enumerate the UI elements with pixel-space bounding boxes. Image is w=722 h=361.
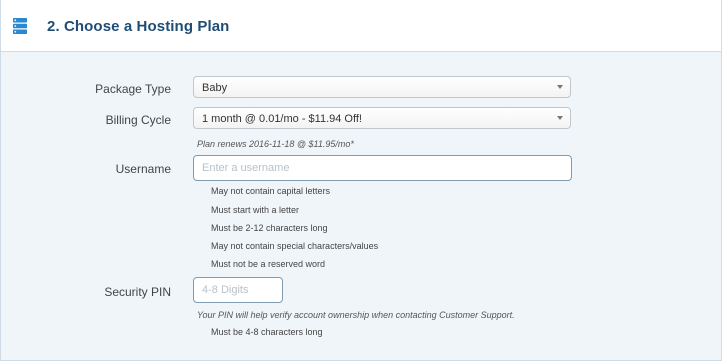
package-type-select[interactable]: Baby (193, 76, 571, 98)
panel-header: 2. Choose a Hosting Plan (1, 0, 721, 52)
chevron-down-icon (557, 85, 563, 89)
pin-help-note: Your PIN will help verify account owners… (197, 310, 515, 320)
billing-cycle-select[interactable]: 1 month @ 0.01/mo - $11.94 Off! (193, 107, 571, 129)
security-pin-label: Security PIN (104, 285, 171, 299)
username-rule: Must start with a letter (211, 205, 300, 215)
username-rule: May not contain special characters/value… (211, 241, 379, 251)
package-type-label: Package Type (95, 82, 171, 96)
username-input[interactable] (193, 155, 572, 181)
username-label: Username (115, 162, 171, 176)
username-rule: May not contain capital letters (211, 186, 331, 196)
billing-cycle-label: Billing Cycle (105, 113, 171, 127)
hosting-plan-panel: 2. Choose a Hosting Plan Package Type Ba… (0, 0, 722, 361)
server-stack-icon (13, 18, 27, 34)
username-rule: Must not be a reserved word (211, 259, 326, 269)
package-type-value: Baby (202, 82, 228, 94)
chevron-down-icon (557, 116, 563, 120)
section-title: 2. Choose a Hosting Plan (47, 18, 230, 35)
username-rule: Must be 2-12 characters long (211, 223, 328, 233)
plan-renew-note: Plan renews 2016-11-18 @ $11.95/mo* (197, 139, 354, 149)
billing-cycle-value: 1 month @ 0.01/mo - $11.94 Off! (202, 113, 362, 125)
pin-rule: Must be 4-8 characters long (211, 327, 323, 337)
security-pin-input[interactable] (193, 277, 283, 303)
